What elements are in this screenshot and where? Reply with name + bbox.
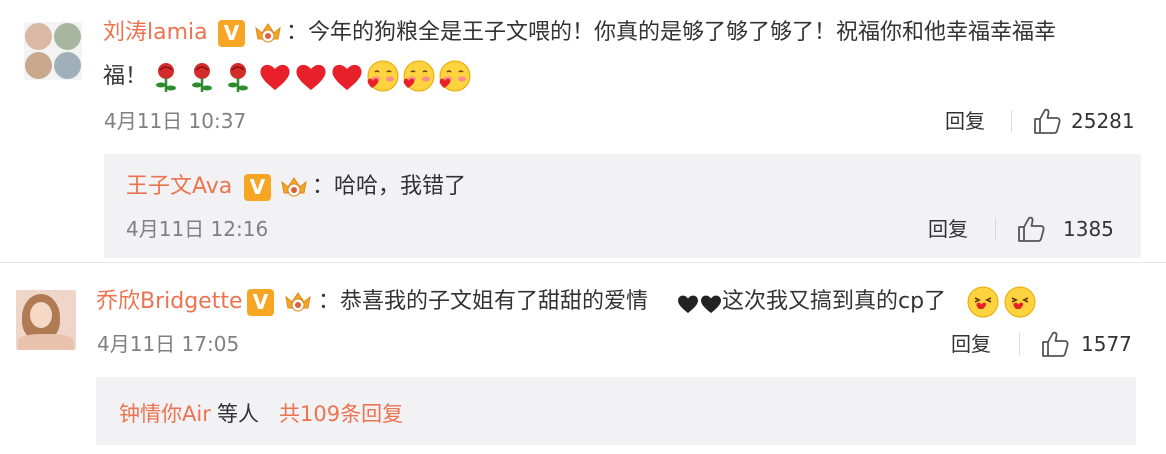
replies-middle-text: 等人 — [217, 402, 259, 426]
comment-text: ：恭喜我的子文姐有了甜甜的爱情 — [318, 289, 649, 314]
rose-emoji — [156, 63, 176, 92]
verified-v-icon: V — [218, 20, 245, 47]
action-divider — [1019, 333, 1020, 355]
comment-text: 福！ — [103, 64, 148, 89]
heart-emoji — [260, 64, 290, 90]
blush-emoji — [403, 60, 435, 92]
reply-username[interactable]: 钟情你Air — [119, 399, 211, 429]
reply-text: ：哈哈，我错了 — [312, 174, 467, 199]
kiss-emoji — [967, 286, 999, 318]
comment-timestamp: 4月11日 10:37 — [104, 109, 247, 133]
thumbs-up-icon[interactable] — [1032, 106, 1062, 136]
comment-timestamp: 4月11日 17:05 — [97, 332, 240, 356]
avatar-photo-tile — [54, 23, 81, 50]
black-hearts-emoji — [678, 295, 721, 313]
thumbs-up-icon[interactable] — [1040, 329, 1070, 359]
avatar-face — [30, 302, 52, 328]
thumbs-up-icon[interactable] — [1016, 214, 1046, 244]
like-count: 1385 — [1063, 217, 1114, 241]
avatar[interactable] — [24, 22, 82, 80]
like-count: 1577 — [1081, 332, 1132, 356]
avatar-photo-tile — [25, 52, 52, 79]
avatar-shoulder — [18, 334, 74, 350]
vip-crown-icon — [281, 177, 307, 197]
like-count: 25281 — [1071, 109, 1135, 133]
reply-button[interactable]: 回复 — [928, 215, 968, 243]
vip-crown-icon — [285, 292, 311, 312]
avatar-photo-tile — [25, 23, 52, 50]
view-all-replies-link[interactable]: 共109条回复 — [279, 399, 403, 429]
username[interactable]: 乔欣Bridgette — [96, 287, 243, 317]
reply-button[interactable]: 回复 — [951, 330, 991, 358]
verified-v-icon: V — [247, 289, 274, 316]
reply-username[interactable]: 王子文Ava — [126, 172, 232, 202]
reply-button[interactable]: 回复 — [945, 107, 985, 135]
vip-crown-icon — [255, 23, 281, 43]
verified-v-icon: V — [244, 174, 271, 201]
rose-emoji — [228, 63, 248, 92]
comment-text: 这次我又搞到真的cp了 — [722, 289, 947, 314]
avatar-photo-tile — [54, 52, 81, 79]
action-divider — [995, 218, 996, 240]
heart-emoji — [296, 64, 326, 90]
avatar[interactable] — [16, 290, 76, 350]
comment-text: ：今年的狗粮全是王子文喂的！你真的是够了够了够了！祝福你和他幸福幸福幸 — [286, 20, 1057, 45]
username[interactable]: 刘涛lamia — [103, 18, 208, 48]
reply-timestamp: 4月11日 12:16 — [126, 217, 269, 241]
blush-emoji — [439, 60, 471, 92]
kiss-emoji — [1004, 286, 1036, 318]
blush-emoji — [367, 60, 399, 92]
heart-emoji — [332, 64, 362, 90]
rose-emoji — [192, 63, 212, 92]
comment-divider — [0, 262, 1166, 263]
action-divider — [1011, 110, 1012, 132]
